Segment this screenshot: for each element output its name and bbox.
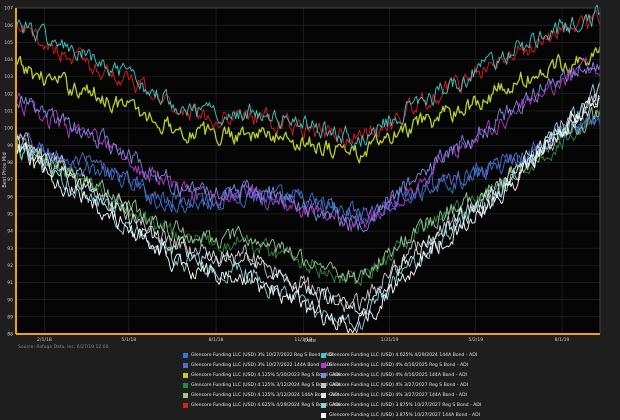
legend-item: Glencore Funding LLC (USD) 4.625% 4/29/2…	[321, 351, 477, 359]
legend-swatch	[183, 372, 188, 378]
legend-swatch	[321, 352, 326, 358]
y-tick-label: 90	[7, 297, 13, 303]
x-tick-label: 5/2/19	[468, 337, 483, 343]
legend-swatch	[183, 352, 188, 358]
legend-label: Glencore Funding LLC (USD) 4.625% 4/29/2…	[191, 402, 341, 408]
y-tick-label: 100	[4, 126, 13, 132]
legend-item: Glencore Funding LLC (USD) 4% 3/27/2027 …	[321, 391, 467, 399]
y-tick-label: 96	[7, 194, 13, 200]
y-tick-label: 99	[7, 143, 13, 149]
legend-swatch	[321, 402, 326, 408]
y-tick-label: 95	[7, 211, 13, 217]
y-tick-label: 94	[7, 229, 13, 235]
y-tick-label: 88	[7, 332, 13, 338]
legend-item: Glencore Funding LLC (USD) 4% 4/16/2025 …	[321, 371, 467, 379]
legend-item: Glencore Funding LLC (USD) 4.125% 3/12/2…	[183, 391, 339, 399]
y-tick-label: 107	[4, 6, 13, 12]
x-tick-label: 5/1/18	[121, 337, 136, 343]
legend-item: Glencore Funding LLC (USD) 3% 10/27/2022…	[183, 351, 333, 359]
legend-label: Glencore Funding LLC (USD) 4.125% 5/30/2…	[191, 372, 341, 378]
legend-swatch	[321, 362, 326, 368]
legend-label: Glencore Funding LLC (USD) 4% 3/27/2027 …	[329, 382, 469, 388]
y-tick-label: 93	[7, 246, 13, 252]
legend-label: Glencore Funding LLC (USD) 4.125% 3/12/2…	[191, 392, 340, 398]
legend-swatch	[183, 362, 188, 368]
y-tick-label: 104	[4, 57, 13, 63]
source-note: Source: Refuge Data, Inc. 6/27/19 12:00	[18, 345, 109, 350]
legend-label: Glencore Funding LLC (USD) 4% 4/16/2025 …	[329, 372, 467, 378]
legend-item	[183, 411, 313, 419]
y-tick-label: 103	[4, 74, 13, 80]
legend-swatch	[183, 402, 188, 408]
y-tick-label: 98	[7, 160, 13, 166]
legend-swatch	[321, 382, 326, 388]
y-tick-label: 97	[7, 177, 13, 183]
legend-item: Glencore Funding LLC (USD) 4.125% 5/30/2…	[183, 371, 340, 379]
legend-swatch	[183, 392, 188, 398]
x-tick-label: 2/1/18	[37, 337, 52, 343]
legend-swatch	[183, 382, 188, 388]
legend-item: Glencore Funding LLC (USD) 4% 4/16/2025 …	[321, 361, 468, 369]
y-tick-label: 101	[4, 109, 13, 115]
legend-item: Glencore Funding LLC (USD) 3% 10/27/2022…	[183, 361, 332, 369]
x-axis-label: Date	[304, 338, 316, 344]
legend-item: Glencore Funding LLC (USD) 4.125% 3/12/2…	[183, 381, 340, 389]
legend-swatch	[321, 392, 326, 398]
legend-label: Glencore Funding LLC (USD) 4% 3/27/2027 …	[329, 392, 467, 398]
x-tick-label: 8/1/19	[555, 337, 570, 343]
legend: Glencore Funding LLC (USD) 3% 10/27/2022…	[183, 351, 481, 419]
x-tick-label: 1/31/19	[381, 337, 399, 343]
y-tick-label: 102	[4, 91, 13, 97]
legend-item: Glencore Funding LLC (USD) 3.875% 10/27/…	[321, 401, 481, 409]
y-tick-label: 91	[7, 280, 13, 286]
legend-item: Glencore Funding LLC (USD) 4.625% 4/29/2…	[183, 401, 340, 409]
x-tick-label: 8/1/18	[209, 337, 224, 343]
legend-label: Glencore Funding LLC (USD) 4.125% 3/12/2…	[191, 382, 341, 388]
legend-label: Glencore Funding LLC (USD) 3% 10/27/2022…	[191, 362, 332, 368]
y-tick-label: 106	[4, 23, 13, 29]
legend-label: Glencore Funding LLC (USD) 4% 4/16/2025 …	[329, 362, 469, 368]
legend-label: Glencore Funding LLC (USD) 3% 10/27/2022…	[191, 352, 333, 358]
legend-label: Glencore Funding LLC (USD) 4.625% 4/29/2…	[329, 352, 478, 358]
y-axis-label: Best Price Mid	[2, 152, 8, 187]
y-tick-label: 92	[7, 263, 13, 269]
y-tick-label: 105	[4, 40, 13, 46]
legend-item: Glencore Funding LLC (USD) 4% 3/27/2027 …	[321, 381, 468, 389]
legend-label: Glencore Funding LLC (USD) 3.875% 10/27/…	[329, 402, 482, 408]
legend-swatch	[321, 372, 326, 378]
y-tick-label: 89	[7, 314, 13, 320]
legend-swatch	[321, 412, 326, 418]
legend-label: Glencore Funding LLC (USD) 3.875% 10/27/…	[329, 412, 481, 418]
legend-item: Glencore Funding LLC (USD) 3.875% 10/27/…	[321, 411, 480, 419]
